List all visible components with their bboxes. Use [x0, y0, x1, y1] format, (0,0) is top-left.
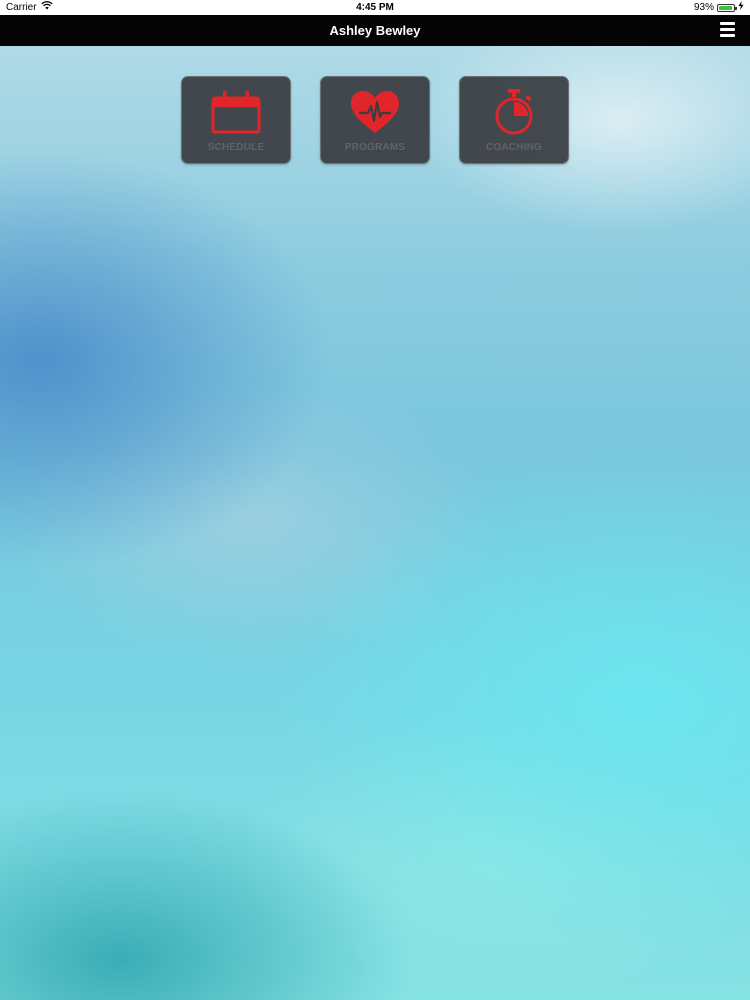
- schedule-tile-button[interactable]: SCHEDULE: [181, 76, 291, 164]
- charging-icon: [738, 0, 744, 15]
- tile-row: SCHEDULE PROGRAMS COACHING: [181, 76, 569, 164]
- nav-title: Ashley Bewley: [329, 23, 421, 38]
- app-screen: Carrier 4:45 PM 93% Ashley Bewley SCHEDU…: [0, 0, 750, 1000]
- coaching-label: COACHING: [485, 142, 543, 153]
- status-bar: Carrier 4:45 PM 93%: [0, 0, 750, 15]
- calendar-icon: [182, 89, 290, 135]
- hamburger-menu-icon[interactable]: [720, 22, 736, 38]
- programs-label: PROGRAMS: [344, 142, 406, 153]
- status-right: 93%: [694, 0, 744, 15]
- battery-fill: [719, 5, 732, 10]
- schedule-label: SCHEDULE: [207, 142, 265, 153]
- heart-pulse-icon: [321, 89, 429, 135]
- battery-percent: 93%: [693, 2, 714, 13]
- coaching-tile-button[interactable]: COACHING: [459, 76, 569, 164]
- battery-icon: [717, 3, 737, 12]
- programs-tile-button[interactable]: PROGRAMS: [320, 76, 430, 164]
- status-time: 4:45 PM: [356, 2, 394, 13]
- nav-bar: Ashley Bewley: [0, 15, 750, 46]
- stopwatch-icon: [460, 89, 568, 135]
